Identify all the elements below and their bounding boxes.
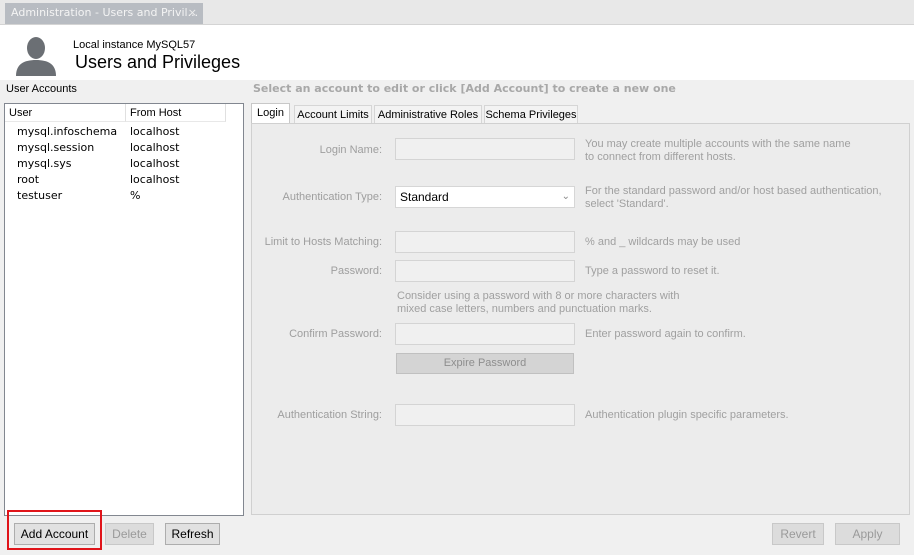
user-silhouette-icon	[16, 37, 56, 76]
apply-button[interactable]: Apply	[835, 523, 900, 545]
user-accounts-label: User Accounts	[6, 83, 77, 95]
login-tab-panel	[251, 123, 910, 515]
login-name-label: Login Name:	[319, 144, 382, 156]
password-help-line: mixed case letters, numbers and punctuat…	[397, 303, 652, 315]
column-header-host[interactable]: From Host	[126, 104, 226, 122]
auth-type-label: Authentication Type:	[282, 191, 382, 203]
confirm-password-label: Confirm Password:	[289, 328, 382, 340]
close-icon[interactable]: ×	[188, 3, 197, 23]
table-row[interactable]: testuser %	[5, 188, 243, 204]
password-note: Type a password to reset it.	[585, 265, 720, 277]
login-name-note: You may create multiple accounts with th…	[585, 138, 851, 164]
add-account-button[interactable]: Add Account	[14, 523, 95, 545]
row-user: root	[17, 173, 40, 186]
login-name-field[interactable]	[395, 138, 575, 160]
tab-schema-privileges[interactable]: Schema Privileges	[484, 105, 578, 124]
row-user: mysql.infoschema	[17, 125, 118, 138]
delete-button[interactable]: Delete	[105, 523, 154, 545]
instance-name: Local instance MySQL57	[73, 39, 196, 51]
auth-type-value: Standard	[400, 190, 449, 204]
admin-users-tab[interactable]: Administration - Users and Privil... ×	[5, 3, 203, 24]
hosts-field[interactable]	[395, 231, 575, 253]
hosts-note: % and _ wildcards may be used	[585, 236, 741, 248]
row-host: localhost	[130, 173, 180, 186]
table-row[interactable]: mysql.infoschema localhost	[5, 124, 243, 140]
auth-type-note-line: select 'Standard'.	[585, 198, 669, 210]
tab-account-limits[interactable]: Account Limits	[294, 105, 372, 124]
page-title: Users and Privileges	[75, 52, 241, 72]
expire-password-button[interactable]: Expire Password	[396, 353, 574, 374]
row-host: localhost	[130, 125, 180, 138]
tab-title: Administration - Users and Privil...	[11, 6, 199, 19]
row-host: %	[130, 189, 141, 202]
revert-button[interactable]: Revert	[772, 523, 824, 545]
row-host: localhost	[130, 141, 180, 154]
tab-administrative-roles[interactable]: Administrative Roles	[374, 105, 482, 124]
password-help-line: Consider using a password with 8 or more…	[397, 290, 680, 302]
password-label: Password:	[330, 265, 382, 277]
row-user: mysql.session	[17, 141, 95, 154]
password-field[interactable]	[395, 260, 575, 282]
confirm-password-field[interactable]	[395, 323, 575, 345]
auth-string-field[interactable]	[395, 404, 575, 426]
table-row[interactable]: mysql.session localhost	[5, 140, 243, 156]
column-header-user[interactable]: User	[5, 104, 126, 122]
login-name-note-line: to connect from different hosts.	[585, 151, 736, 163]
hosts-label: Limit to Hosts Matching:	[264, 236, 382, 248]
login-name-note-line: You may create multiple accounts with th…	[585, 138, 851, 150]
row-user: testuser	[17, 189, 63, 202]
table-row[interactable]: root localhost	[5, 172, 243, 188]
auth-string-note: Authentication plugin specific parameter…	[585, 409, 789, 421]
refresh-button[interactable]: Refresh	[165, 523, 220, 545]
tab-login[interactable]: Login	[251, 103, 290, 124]
password-help: Consider using a password with 8 or more…	[397, 290, 697, 316]
row-user: mysql.sys	[17, 157, 72, 170]
user-accounts-list[interactable]: User From Host mysql.infoschema localhos…	[4, 103, 244, 516]
auth-string-label: Authentication String:	[277, 409, 382, 421]
chevron-down-icon: ⌄	[561, 191, 570, 202]
auth-type-select[interactable]: Standard ⌄	[395, 186, 575, 208]
auth-type-note: For the standard password and/or host ba…	[585, 185, 882, 211]
auth-type-note-line: For the standard password and/or host ba…	[585, 185, 882, 197]
confirm-password-note: Enter password again to confirm.	[585, 328, 746, 340]
table-row[interactable]: mysql.sys localhost	[5, 156, 243, 172]
instruction-text: Select an account to edit or click [Add …	[253, 82, 676, 95]
row-host: localhost	[130, 157, 180, 170]
